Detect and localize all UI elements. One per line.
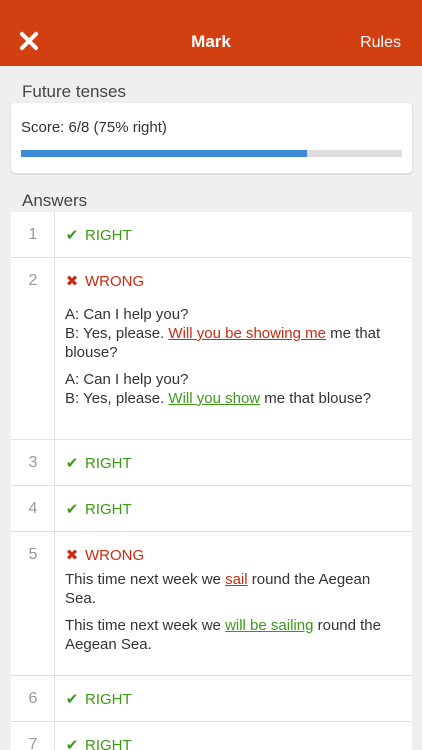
verdict-label: RIGHT (85, 227, 132, 244)
answer-number: 6 (28, 690, 38, 707)
answer-row[interactable]: 7 ✔ RIGHT (11, 722, 412, 750)
answers-list: 1 ✔ RIGHT 2 ✖ WRONG A: Can I help you? B: … (11, 212, 412, 750)
answer-row[interactable]: 1 ✔ RIGHT (11, 212, 412, 258)
check-icon: ✔ (65, 691, 79, 708)
answer-row[interactable]: 4 ✔ RIGHT (11, 486, 412, 532)
answer-number: 2 (28, 272, 38, 289)
answers-heading: Answers (22, 191, 88, 210)
answer-number: 4 (28, 500, 38, 517)
answer-row[interactable]: 2 ✖ WRONG A: Can I help you? B: Yes, plea… (11, 258, 412, 440)
answer-row[interactable]: 3 ✔ RIGHT (11, 440, 412, 486)
answer-number: 7 (28, 736, 38, 750)
user-answer-sentence: This time next week we sail round the Ae… (65, 571, 371, 607)
test-title: Future tenses (22, 82, 126, 101)
verdict-label: WRONG (85, 273, 145, 290)
answer-number: 3 (28, 454, 38, 471)
score-progress-fill (21, 150, 307, 157)
correct-answer: Will you show (168, 390, 261, 407)
rules-button[interactable]: Rules (360, 34, 401, 52)
score-card: Score: 6/8 (75% right) (11, 103, 412, 173)
cross-icon: ✖ (65, 273, 79, 290)
check-icon: ✔ (65, 501, 79, 518)
user-answer: Will you be showing me (168, 325, 326, 342)
user-answer: sail (225, 571, 248, 588)
cross-icon: ✖ (65, 547, 79, 564)
answer-number: 5 (28, 546, 38, 563)
verdict-label: RIGHT (85, 501, 132, 518)
correct-answer-sentence: A: Can I help you? B: Yes, please. Will … (65, 371, 372, 407)
verdict-label: RIGHT (85, 737, 132, 750)
user-answer-sentence: A: Can I help you? B: Yes, please. Will … (65, 306, 381, 361)
verdict-label: RIGHT (85, 455, 132, 472)
answer-row[interactable]: 6 ✔ RIGHT (11, 676, 412, 722)
top-navigation-bar: Mark Rules (0, 0, 422, 66)
page-title: Mark (191, 32, 231, 51)
check-icon: ✔ (65, 227, 79, 244)
correct-answer-sentence: This time next week we will be sailing r… (65, 617, 381, 653)
answer-row[interactable]: 5 ✖ WRONG This time next week we sail rou… (11, 532, 412, 676)
score-progress-bar (21, 150, 402, 157)
check-icon: ✔ (65, 455, 79, 472)
answer-number: 1 (28, 226, 38, 243)
check-icon: ✔ (65, 737, 79, 750)
score-text: Score: 6/8 (75% right) (21, 119, 167, 136)
correct-answer: will be sailing (225, 617, 314, 634)
verdict-label: RIGHT (85, 691, 132, 708)
verdict-label: WRONG (85, 547, 145, 564)
